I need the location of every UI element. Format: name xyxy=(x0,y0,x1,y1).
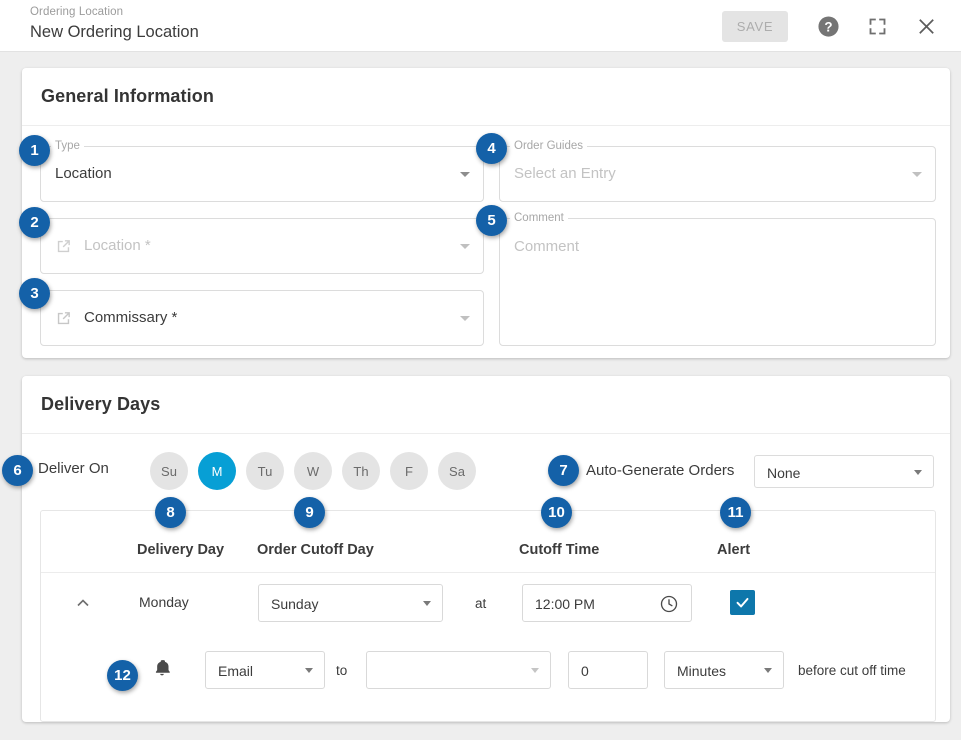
chevron-up-icon[interactable] xyxy=(73,593,93,613)
save-button[interactable]: SAVE xyxy=(722,10,788,42)
day-chip-group: Su M Tu W Th F Sa xyxy=(150,452,476,490)
breadcrumb-eyebrow: Ordering Location xyxy=(30,6,124,18)
bell-icon xyxy=(152,657,172,679)
callout-badge-2: 2 xyxy=(19,207,50,238)
callout-badge-6: 6 xyxy=(2,455,33,486)
close-icon[interactable] xyxy=(909,9,943,43)
comment-placeholder: Comment xyxy=(514,238,580,255)
alert-lead-unit-value: Minutes xyxy=(677,663,727,679)
chevron-down-icon xyxy=(460,244,470,249)
callout-badge-1: 1 xyxy=(19,135,50,166)
callout-badge-8: 8 xyxy=(155,497,186,528)
cutoff-time-value: 12:00 PM xyxy=(535,596,595,612)
location-select[interactable]: Location * xyxy=(40,218,484,274)
to-label: to xyxy=(336,663,348,678)
fullscreen-icon[interactable] xyxy=(860,9,894,43)
clock-icon[interactable] xyxy=(659,594,679,614)
deliver-on-label: Deliver On xyxy=(38,460,109,477)
auto-generate-orders-label: Auto-Generate Orders xyxy=(586,462,735,479)
callout-badge-3: 3 xyxy=(19,278,50,309)
commissary-select[interactable]: Commissary * xyxy=(40,290,484,346)
type-value: Location xyxy=(55,165,112,182)
chevron-down-icon xyxy=(423,601,431,606)
delivery-day-value: Monday xyxy=(139,594,189,610)
order-cutoff-day-select[interactable]: Sunday xyxy=(258,584,443,622)
day-chip-su[interactable]: Su xyxy=(150,452,188,490)
delivery-days-header: Delivery Days xyxy=(22,376,950,434)
chevron-down-icon xyxy=(764,668,772,673)
callout-badge-7: 7 xyxy=(548,455,579,486)
callout-badge-5: 5 xyxy=(476,205,507,236)
general-information-header: General Information xyxy=(22,68,950,126)
chevron-down-icon xyxy=(460,172,470,177)
header-actions: SAVE ? xyxy=(722,0,943,52)
day-chip-tu[interactable]: Tu xyxy=(246,452,284,490)
alert-channel-select[interactable]: Email xyxy=(205,651,325,689)
order-cutoff-day-value: Sunday xyxy=(271,596,319,612)
chevron-down-icon xyxy=(914,470,922,475)
column-header-cutoff-time: Cutoff Time xyxy=(519,542,600,558)
day-chip-th[interactable]: Th xyxy=(342,452,380,490)
callout-badge-11: 11 xyxy=(720,497,751,528)
day-chip-w[interactable]: W xyxy=(294,452,332,490)
type-label: Type xyxy=(51,140,84,153)
chevron-down-icon xyxy=(531,668,539,673)
comment-label: Comment xyxy=(510,212,568,225)
callout-badge-9: 9 xyxy=(294,497,325,528)
day-chip-m[interactable]: M xyxy=(198,452,236,490)
column-header-order-cutoff-day: Order Cutoff Day xyxy=(257,542,374,558)
column-header-alert: Alert xyxy=(717,542,751,558)
external-link-icon[interactable] xyxy=(55,310,72,327)
alert-channel-value: Email xyxy=(218,663,254,679)
chevron-down-icon xyxy=(460,316,470,321)
cutoff-time-input[interactable]: 12:00 PM xyxy=(522,584,692,622)
callout-badge-12: 12 xyxy=(107,660,138,691)
comment-textarea[interactable]: Comment Comment xyxy=(499,212,936,346)
type-select[interactable]: Type Location xyxy=(40,140,484,202)
alert-recipient-select[interactable] xyxy=(366,651,551,689)
callout-badge-4: 4 xyxy=(476,133,507,164)
before-cutoff-label: before cut off time xyxy=(798,663,906,678)
order-guides-label: Order Guides xyxy=(510,140,588,153)
alert-lead-value: 0 xyxy=(581,663,589,679)
column-header-delivery-day: Delivery Day xyxy=(137,542,225,558)
alert-config-row: Email to 0 Minutes before cut off time xyxy=(41,633,935,721)
header-titles: Ordering Location New Ordering Location xyxy=(30,5,199,43)
commissary-value: Commissary * xyxy=(84,309,178,326)
day-chip-sa[interactable]: Sa xyxy=(438,452,476,490)
svg-text:?: ? xyxy=(824,19,832,34)
order-guides-value: Select an Entry xyxy=(514,165,616,182)
auto-generate-orders-value: None xyxy=(767,465,801,481)
location-value: Location * xyxy=(84,237,151,254)
dialog-header: Ordering Location New Ordering Location … xyxy=(0,0,961,52)
day-chip-f[interactable]: F xyxy=(390,452,428,490)
table-row: Monday Sunday at 12:00 PM xyxy=(41,573,935,633)
auto-generate-orders-select[interactable]: None xyxy=(754,455,934,488)
callout-badge-10: 10 xyxy=(541,497,572,528)
section-title-general: General Information xyxy=(41,86,214,106)
external-link-icon[interactable] xyxy=(55,238,72,255)
order-guides-select[interactable]: Order Guides Select an Entry xyxy=(499,140,936,202)
chevron-down-icon xyxy=(912,172,922,177)
alert-lead-value-input[interactable]: 0 xyxy=(568,651,648,689)
delivery-schedule-table: Delivery Day Order Cutoff Day Cutoff Tim… xyxy=(40,510,936,722)
help-icon[interactable]: ? xyxy=(811,9,845,43)
alert-lead-unit-select[interactable]: Minutes xyxy=(664,651,784,689)
alert-checkbox[interactable] xyxy=(730,590,755,615)
section-title-delivery: Delivery Days xyxy=(41,394,161,414)
page-title: New Ordering Location xyxy=(30,23,199,41)
at-label: at xyxy=(475,596,487,611)
chevron-down-icon xyxy=(305,668,313,673)
